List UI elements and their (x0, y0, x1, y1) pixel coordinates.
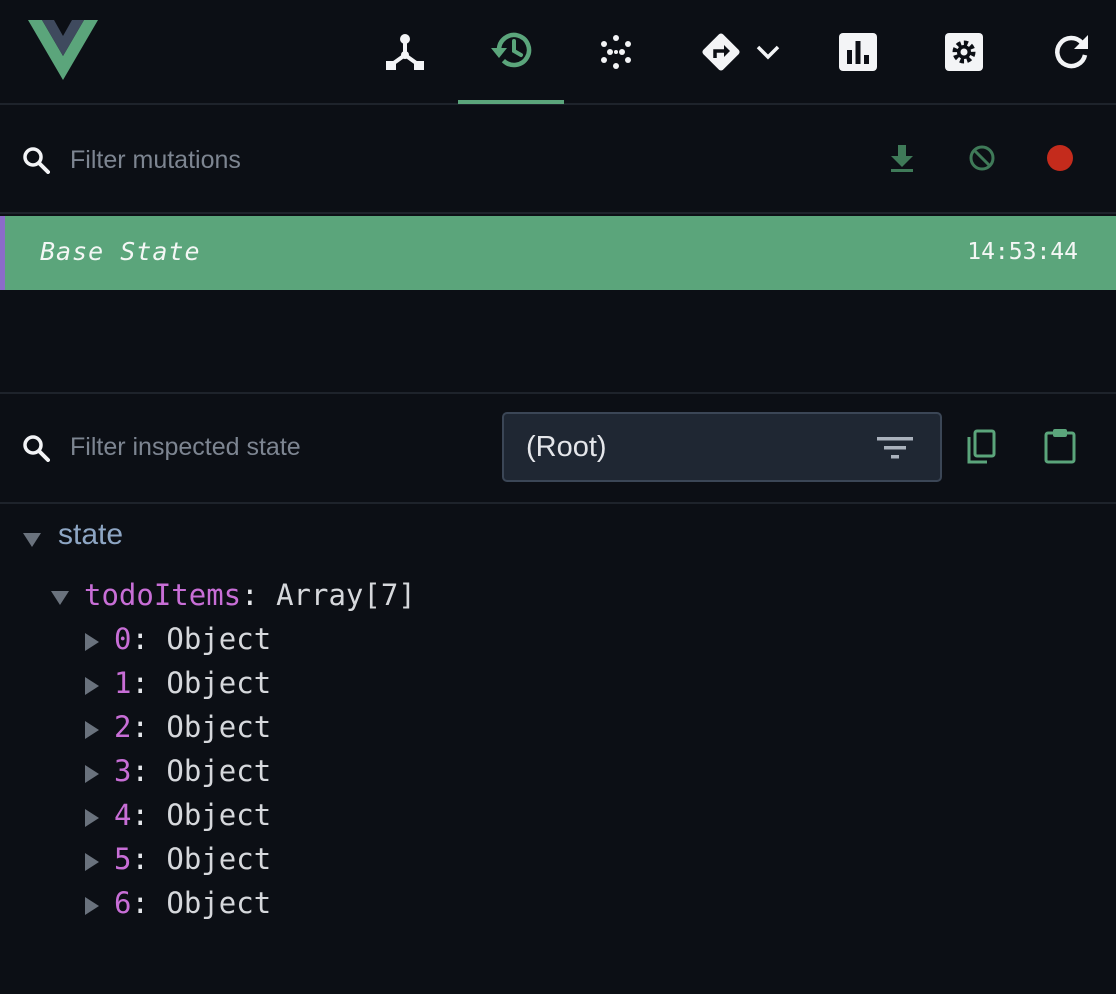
routing-dropdown[interactable] (752, 0, 784, 104)
performance-tab[interactable] (834, 0, 882, 104)
paste-state-button[interactable] (1040, 428, 1080, 468)
mutation-name: Base State (40, 237, 201, 266)
filter-mutations-input[interactable] (68, 142, 768, 178)
header-divider (0, 502, 1116, 504)
revert-all-button[interactable] (964, 142, 1000, 178)
events-tab[interactable] (590, 0, 642, 104)
item-property: 5: Object (114, 842, 272, 876)
download-icon (888, 143, 916, 178)
filter-list-icon (876, 434, 914, 467)
todoitems-property[interactable]: todoItems: Array[7] (84, 578, 416, 612)
expand-item-toggle[interactable] (84, 808, 100, 833)
expand-item-toggle[interactable] (84, 764, 100, 789)
settings-icon (945, 33, 983, 71)
refresh-button[interactable] (1048, 0, 1094, 104)
filter-inspected-state-input[interactable] (68, 429, 488, 465)
history-icon (489, 30, 533, 70)
copy-icon (965, 429, 997, 470)
item-property: 3: Object (114, 754, 272, 788)
devtools-toolbar (0, 0, 1116, 105)
search-icon (22, 146, 50, 179)
performance-chart-icon (839, 33, 877, 71)
item-property: 4: Object (114, 798, 272, 832)
mutation-timestamp: 14:53:44 (967, 239, 1078, 265)
mutation-entry-base-state[interactable]: Base State 14:53:44 (0, 216, 1116, 290)
item-property: 0: Object (114, 622, 272, 656)
vue-logo (28, 20, 98, 80)
record-icon (1046, 144, 1074, 177)
commit-all-button[interactable] (884, 140, 920, 180)
expand-item-toggle[interactable] (84, 632, 100, 657)
state-section-label: state (58, 518, 124, 551)
module-select-value: (Root) (526, 431, 607, 463)
expand-item-toggle[interactable] (84, 896, 100, 921)
expand-item-toggle[interactable] (84, 676, 100, 701)
item-property: 2: Object (114, 710, 272, 744)
property-key: todoItems (84, 578, 242, 612)
record-toggle-button[interactable] (1042, 142, 1078, 178)
copy-state-button[interactable] (962, 429, 1000, 470)
item-property: 6: Object (114, 886, 272, 920)
events-dots-icon (598, 34, 634, 70)
collapse-todoitems-toggle[interactable] (50, 590, 70, 611)
component-tree-icon (385, 33, 425, 71)
item-property: 1: Object (114, 666, 272, 700)
module-select[interactable]: (Root) (502, 412, 942, 482)
collapse-state-toggle[interactable] (22, 532, 42, 553)
routing-icon (698, 29, 744, 75)
expand-item-toggle[interactable] (84, 852, 100, 877)
routing-tab[interactable] (696, 0, 746, 104)
clear-icon (968, 144, 996, 177)
components-tab[interactable] (372, 0, 438, 104)
settings-tab[interactable] (940, 0, 988, 104)
paste-icon (1044, 428, 1076, 469)
state-inspector-header: (Root) (0, 394, 1116, 502)
chevron-down-icon (755, 44, 781, 60)
search-icon (22, 434, 50, 467)
vuex-history-tab[interactable] (458, 0, 564, 104)
property-value: Array[7] (276, 578, 416, 612)
refresh-icon (1052, 33, 1090, 71)
expand-item-toggle[interactable] (84, 720, 100, 745)
mutations-filter-bar (0, 106, 1116, 214)
